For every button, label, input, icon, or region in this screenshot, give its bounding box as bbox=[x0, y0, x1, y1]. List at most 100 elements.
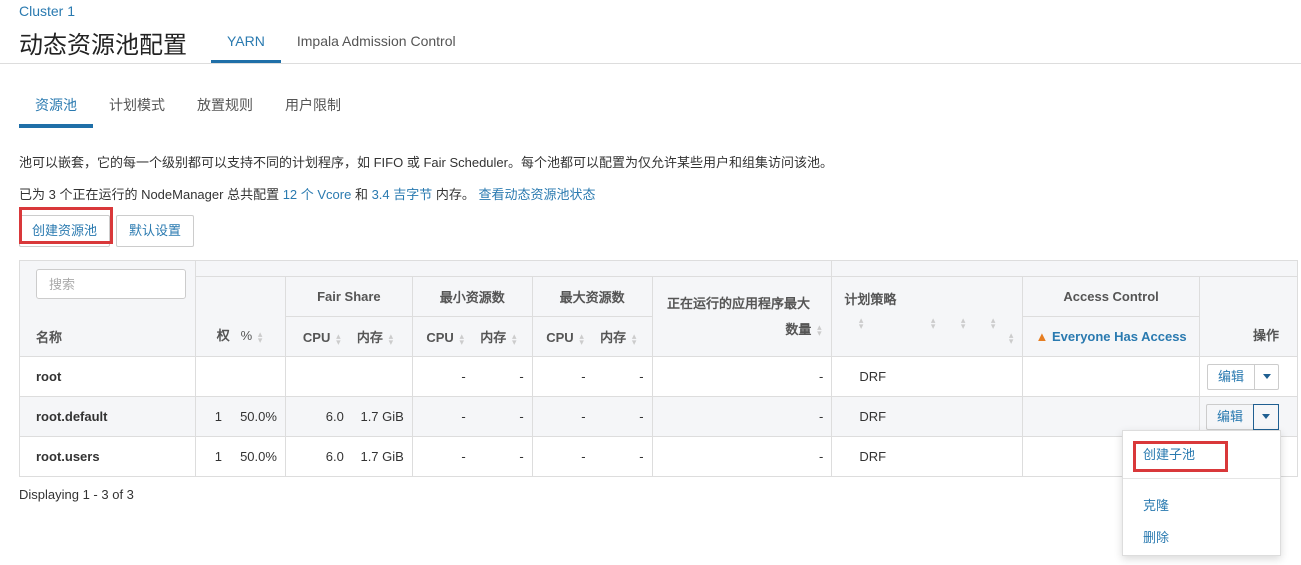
sort-icon: ▴ ▾ bbox=[257, 328, 263, 345]
min-resources-cell: -- bbox=[411, 396, 533, 437]
warning-icon: ▲ bbox=[1035, 329, 1049, 344]
max-apps-cell: - bbox=[651, 396, 833, 437]
max-mem: - bbox=[639, 369, 644, 384]
weight-cell: 1 50.0% bbox=[194, 396, 286, 437]
access-control-header: Access Control bbox=[1022, 276, 1200, 317]
sort-icon: ▴ ▾ bbox=[1008, 329, 1014, 346]
weight-header[interactable]: 权 % ▴ ▾ bbox=[194, 276, 286, 357]
search-input[interactable] bbox=[36, 269, 186, 299]
max-apps-line2: 数量 bbox=[785, 321, 812, 337]
sort-icon: ▴ ▾ bbox=[511, 330, 517, 347]
max-resources-header: 最大资源数 bbox=[531, 276, 653, 317]
default-settings-button[interactable]: 默认设置 bbox=[116, 215, 195, 247]
caret-down-icon bbox=[1262, 414, 1270, 419]
percent: 50.0% bbox=[240, 449, 277, 464]
fs-cpu: 6.0 bbox=[325, 449, 344, 464]
tab-yarn[interactable]: YARN bbox=[211, 24, 281, 64]
max-apps-cell: - bbox=[651, 436, 833, 477]
header-spacer bbox=[194, 260, 833, 277]
min-resources-cell: -- bbox=[411, 356, 533, 397]
policy-cell: DRF bbox=[831, 436, 1024, 477]
header-divider bbox=[0, 63, 1301, 64]
policy-header[interactable]: 计划策略 ▴ ▾ ▴ ▾ ▴ ▾ ▴ ▾ ▴ ▾ bbox=[831, 276, 1024, 357]
weight-cell bbox=[194, 356, 286, 397]
fair-share-cell: 6.0 1.7 GiB bbox=[284, 436, 413, 477]
table-row: root -- -- - DRF 编辑 bbox=[19, 356, 1299, 397]
fair-share-subheader[interactable]: CPU ▴ ▾ 内存 ▴ ▾ bbox=[284, 316, 413, 357]
header-spacer-right bbox=[831, 260, 1298, 277]
min-mem: - bbox=[519, 409, 524, 424]
description: 池可以嵌套，它的每一个级别都可以支持不同的计划程序，如 FIFO 或 Fair … bbox=[19, 155, 833, 170]
actions-dropdown-toggle[interactable] bbox=[1253, 403, 1279, 430]
actions-dropdown-toggle[interactable] bbox=[1254, 364, 1278, 389]
edit-split-button: 编辑 bbox=[1205, 403, 1279, 430]
access-control-subheader[interactable]: ▲ Everyone Has Access bbox=[1022, 316, 1200, 357]
tab-impala-admission-control[interactable]: Impala Admission Control bbox=[281, 24, 472, 64]
max-apps-line1: 正在运行的应用程序最大 bbox=[666, 295, 810, 311]
everyone-has-access-link[interactable]: Everyone Has Access bbox=[1052, 329, 1187, 344]
policy-label: 计划策略 bbox=[844, 292, 897, 307]
sort-icon: ▴ ▾ bbox=[817, 322, 822, 339]
edit-button[interactable]: 编辑 bbox=[1207, 405, 1253, 429]
sort-icon: ▴ ▾ bbox=[336, 330, 341, 347]
max-mem: - bbox=[639, 449, 644, 464]
menu-item-delete[interactable]: 删除 bbox=[1143, 527, 1169, 546]
pagination-info: Displaying 1 - 3 of 3 bbox=[19, 487, 134, 502]
name-header-cell: 名称 bbox=[19, 260, 196, 357]
caret-down-icon bbox=[1262, 374, 1271, 379]
cpu-label: CPU bbox=[426, 330, 454, 345]
pool-name[interactable]: root.default bbox=[19, 396, 196, 437]
menu-divider bbox=[1123, 478, 1280, 479]
min-resources-header: 最小资源数 bbox=[411, 276, 533, 317]
fs-mem: 1.7 GiB bbox=[360, 449, 404, 464]
min-resources-subheader[interactable]: CPU ▴ ▾ 内存 ▴ ▾ bbox=[411, 316, 533, 357]
subtab-user-limits[interactable]: 用户限制 bbox=[269, 88, 357, 128]
subtab-placement-rules[interactable]: 放置规则 bbox=[181, 88, 269, 128]
view-pool-status-link[interactable]: 查看动态资源池状态 bbox=[479, 187, 596, 202]
subtab-resource-pools[interactable]: 资源池 bbox=[19, 88, 93, 128]
weight-label: 权 bbox=[216, 328, 230, 343]
edit-button[interactable]: 编辑 bbox=[1208, 365, 1254, 389]
percent: 50.0% bbox=[240, 409, 277, 424]
max-apps-cell: - bbox=[651, 356, 833, 397]
max-running-apps-header[interactable]: 正在运行的应用程序最大 数量 ▴ ▾ bbox=[651, 276, 833, 357]
weight-cell: 1 50.0% bbox=[194, 436, 286, 477]
table-row: root.users 1 50.0% 6.0 1.7 GiB -- -- - DRF bbox=[19, 436, 1299, 477]
max-mem: - bbox=[639, 409, 644, 424]
vcore-link[interactable]: 12 个 Vcore bbox=[283, 187, 352, 202]
min-mem: - bbox=[519, 369, 524, 384]
policy-cell: DRF bbox=[831, 356, 1024, 397]
memory-label: 内存 bbox=[480, 330, 507, 345]
fs-cpu: 6.0 bbox=[325, 409, 344, 424]
sort-icon: ▴ ▾ bbox=[388, 330, 394, 347]
max-resources-cell: -- bbox=[531, 396, 653, 437]
actions-cell: 编辑 bbox=[1198, 356, 1299, 397]
menu-item-clone[interactable]: 克隆 bbox=[1143, 495, 1169, 514]
pool-name[interactable]: root bbox=[19, 356, 196, 397]
subtab-schedule-modes[interactable]: 计划模式 bbox=[93, 88, 181, 128]
weight: 1 bbox=[214, 449, 222, 464]
cluster-link[interactable]: Cluster 1 bbox=[19, 3, 75, 19]
memory-label: 内存 bbox=[356, 330, 383, 345]
policy-cell: DRF bbox=[831, 396, 1024, 437]
summary-suffix: 内存。 bbox=[432, 187, 479, 202]
actions-header: 操作 bbox=[1198, 276, 1299, 357]
min-resources-cell: -- bbox=[411, 436, 533, 477]
sort-icon: ▴ ▾ bbox=[631, 330, 637, 347]
fair-share-cell bbox=[284, 356, 413, 397]
cpu-label: CPU bbox=[546, 330, 574, 345]
fs-mem: 1.7 GiB bbox=[360, 409, 404, 424]
edit-split-button: 编辑 bbox=[1206, 363, 1279, 390]
top-tabs: YARN Impala Admission Control bbox=[211, 24, 472, 64]
max-resources-subheader[interactable]: CPU ▴ ▾ 内存 ▴ ▾ bbox=[531, 316, 653, 357]
create-pool-button[interactable]: 创建资源池 bbox=[19, 215, 111, 247]
memory-label: 内存 bbox=[600, 330, 627, 345]
page-title: 动态资源池配置 bbox=[19, 32, 187, 59]
toolbar: 创建资源池 默认设置 bbox=[19, 215, 195, 247]
pools-table: 名称 权 % ▴▾ Fair Share 最小资源数 最大资源数 正在运行的应用程… bbox=[19, 260, 1299, 477]
pool-name[interactable]: root.users bbox=[19, 436, 196, 477]
summary-prefix: 已为 3 个正在运行的 NodeManager 总共配置 bbox=[19, 187, 283, 202]
menu-item-create-child-pool[interactable]: 创建子池 bbox=[1143, 444, 1195, 463]
sub-tabs: 资源池 计划模式 放置规则 用户限制 bbox=[19, 88, 357, 128]
memory-link[interactable]: 3.4 吉字节 bbox=[372, 187, 433, 202]
